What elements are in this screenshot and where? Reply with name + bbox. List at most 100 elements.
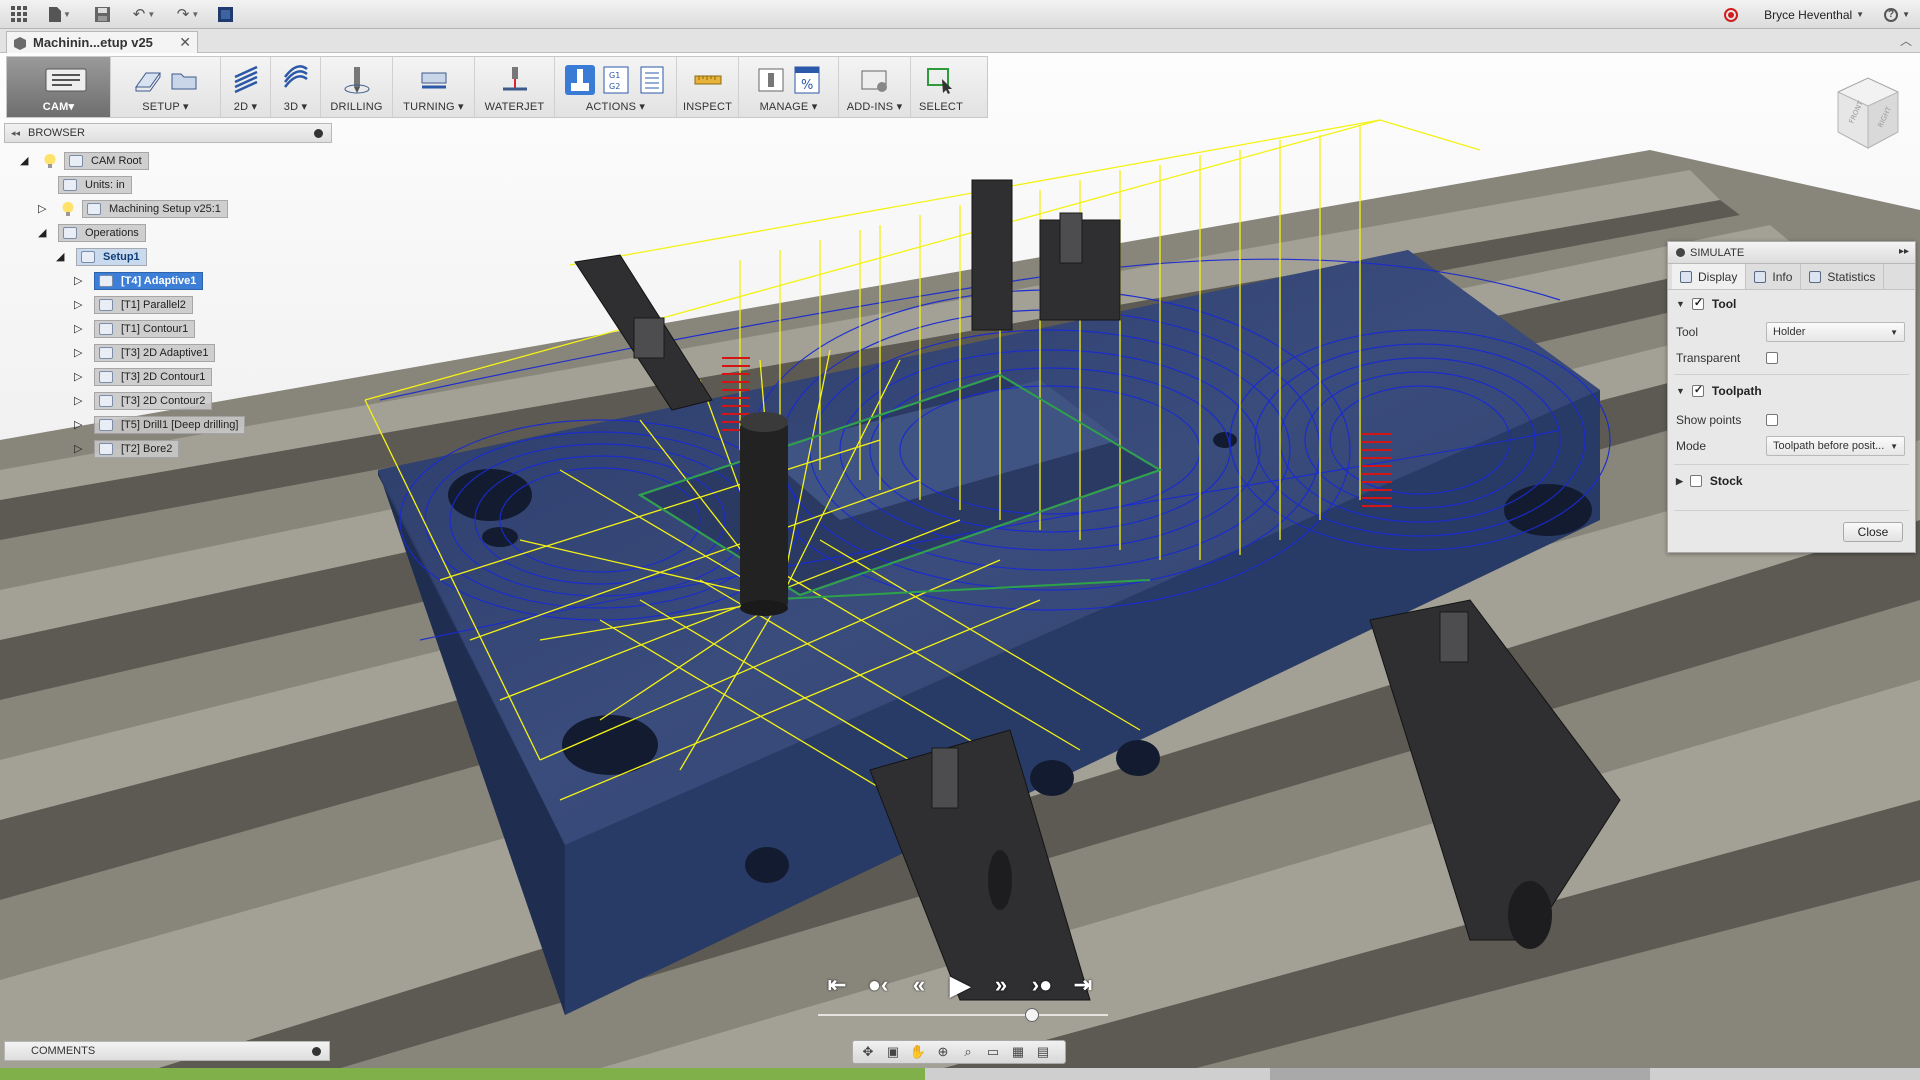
tool-library-icon[interactable] xyxy=(756,65,786,95)
grid-settings-icon[interactable]: ▦ xyxy=(1007,1043,1029,1061)
redo-button[interactable]: ↷ ▼ xyxy=(166,0,210,29)
expanded-triangle-icon[interactable]: ◢ xyxy=(56,251,68,263)
simulate-icon[interactable] xyxy=(564,65,595,95)
ribbon-group-drilling[interactable]: DRILLING xyxy=(321,57,393,117)
tool-dropdown[interactable]: Holder ▼ xyxy=(1766,322,1905,342)
close-icon[interactable]: ✕ xyxy=(179,34,191,51)
user-menu[interactable]: Bryce Heventhal xyxy=(1764,8,1852,22)
help-icon[interactable]: ? xyxy=(1884,7,1899,22)
collapsed-triangle-icon[interactable]: ▷ xyxy=(74,299,86,311)
tree-node-machining-setup[interactable]: ▷ Machining Setup v25:1 xyxy=(38,200,228,218)
minimize-icon[interactable] xyxy=(314,129,323,138)
drill-icon[interactable] xyxy=(342,65,372,95)
visibility-bulb-icon[interactable] xyxy=(62,202,74,216)
next-operation-icon[interactable]: ›● xyxy=(1027,970,1057,1000)
expand-panel-icon[interactable]: ▸▸ xyxy=(1899,246,1909,257)
toolpath-checkbox[interactable] xyxy=(1691,383,1704,397)
comments-panel[interactable]: COMMENTS xyxy=(4,1041,330,1061)
2d-toolpath-icon[interactable] xyxy=(231,65,261,95)
ribbon-group-2d[interactable]: 2D ▾ xyxy=(221,57,271,117)
extension-button[interactable] xyxy=(210,0,240,29)
collapsed-triangle-icon[interactable]: ▶ xyxy=(1676,476,1683,487)
post-process-icon[interactable]: G1 G2 xyxy=(601,65,631,95)
browser-header[interactable]: ◂◂ BROWSER xyxy=(4,123,332,143)
tree-node-operation[interactable]: ▷ [T5] Drill1 [Deep drilling] xyxy=(74,416,246,434)
collapsed-triangle-icon[interactable]: ▷ xyxy=(38,203,50,215)
waterjet-icon[interactable] xyxy=(500,65,530,95)
tool-checkbox[interactable] xyxy=(1691,296,1704,310)
collapse-browser-icon[interactable]: ◂◂ xyxy=(11,128,20,139)
ribbon-group-select[interactable]: SELECT xyxy=(911,57,971,117)
collapsed-triangle-icon[interactable]: ▷ xyxy=(74,371,86,383)
ribbon-group-inspect[interactable]: INSPECT xyxy=(677,57,739,117)
expanded-triangle-icon[interactable]: ◢ xyxy=(38,227,50,239)
tree-node-operation[interactable]: ▷ [T3] 2D Adaptive1 xyxy=(74,344,216,362)
collapsed-triangle-icon[interactable]: ▷ xyxy=(74,275,86,287)
transparent-checkbox[interactable] xyxy=(1766,352,1778,364)
collapsed-triangle-icon[interactable]: ▷ xyxy=(74,395,86,407)
stock-checkbox[interactable] xyxy=(1689,475,1702,487)
collapsed-triangle-icon[interactable]: ▷ xyxy=(74,443,86,455)
expanded-triangle-icon[interactable]: ▼ xyxy=(1676,386,1685,396)
data-panel-icon[interactable] xyxy=(0,0,38,29)
expanded-triangle-icon[interactable]: ▼ xyxy=(1676,299,1685,309)
stock-section-header[interactable]: ▶ Stock xyxy=(1676,474,1743,488)
ribbon-group-turning[interactable]: TURNING ▾ xyxy=(393,57,475,117)
minimize-icon[interactable] xyxy=(312,1047,321,1056)
tab-info[interactable]: Info xyxy=(1746,264,1802,289)
ribbon-group-waterjet[interactable]: WATERJET xyxy=(475,57,555,117)
job-status-icon[interactable] xyxy=(1724,7,1739,22)
tab-statistics[interactable]: Statistics xyxy=(1801,264,1885,289)
fit-icon[interactable]: ⌕ xyxy=(957,1043,979,1061)
tree-node-operation[interactable]: ▷ [T4] Adaptive1 xyxy=(74,272,204,290)
view-cube[interactable]: FRONT RIGHT xyxy=(1832,72,1904,152)
measure-icon[interactable] xyxy=(693,65,723,95)
workspace-switcher[interactable]: CAM▾ xyxy=(7,57,111,117)
visibility-bulb-icon[interactable] xyxy=(44,154,56,168)
simulation-timeline-slider[interactable] xyxy=(818,1014,1108,1016)
document-tab[interactable]: Machinin...etup v25 ✕ xyxy=(6,31,198,53)
undo-button[interactable]: ↶ ▼ xyxy=(122,0,166,29)
mode-dropdown[interactable]: Toolpath before posit... ▼ xyxy=(1766,436,1905,456)
simulate-header[interactable]: SIMULATE ▸▸ xyxy=(1668,242,1915,264)
skip-to-end-icon[interactable]: ⇥ xyxy=(1068,970,1098,1000)
skip-to-start-icon[interactable]: ⇤ xyxy=(822,970,852,1000)
collapsed-triangle-icon[interactable]: ▷ xyxy=(74,347,86,359)
show-points-checkbox[interactable] xyxy=(1766,414,1778,426)
post-library-icon[interactable]: % xyxy=(792,65,822,95)
tree-node-units[interactable]: Units: in xyxy=(58,176,132,194)
save-button[interactable] xyxy=(82,0,122,29)
ribbon-group-3d[interactable]: 3D ▾ xyxy=(271,57,321,117)
view-cube-icon[interactable]: FRONT RIGHT xyxy=(1832,72,1904,152)
viewports-icon[interactable]: ▤ xyxy=(1032,1043,1054,1061)
setup-icon[interactable] xyxy=(133,65,163,95)
setup-sheet-icon[interactable] xyxy=(637,65,667,95)
close-button[interactable]: Close xyxy=(1843,522,1903,542)
collapsed-triangle-icon[interactable]: ▷ xyxy=(74,419,86,431)
expanded-triangle-icon[interactable]: ◢ xyxy=(20,155,32,167)
pan-icon[interactable]: ✋ xyxy=(907,1043,929,1061)
tree-node-operation[interactable]: ▷ [T1] Parallel2 xyxy=(74,296,193,314)
step-back-icon[interactable]: « xyxy=(904,970,934,1000)
ribbon-group-setup[interactable]: SETUP ▾ xyxy=(111,57,221,117)
collapsed-triangle-icon[interactable]: ▷ xyxy=(74,323,86,335)
play-icon[interactable]: ▶ xyxy=(945,970,975,1000)
previous-operation-icon[interactable]: ●‹ xyxy=(863,970,893,1000)
slider-handle[interactable] xyxy=(1025,1008,1039,1022)
ribbon-group-actions[interactable]: G1 G2 ACTIONS ▾ xyxy=(555,57,677,117)
zoom-icon[interactable]: ⊕ xyxy=(932,1043,954,1061)
minimize-icon[interactable] xyxy=(1676,248,1685,257)
chevron-up-icon[interactable]: ︿ xyxy=(1900,32,1912,49)
ribbon-group-addins[interactable]: ADD-INS ▾ xyxy=(839,57,911,117)
tree-node-cam-root[interactable]: ◢ CAM Root xyxy=(20,152,149,170)
scripts-addins-icon[interactable] xyxy=(860,65,890,95)
tree-node-operation[interactable]: ▷ [T3] 2D Contour2 xyxy=(74,392,213,410)
orbit-icon[interactable]: ✥ xyxy=(857,1043,879,1061)
folder-icon[interactable] xyxy=(169,65,199,95)
tree-node-setup1[interactable]: ◢ Setup1 xyxy=(56,248,147,266)
tree-node-operation[interactable]: ▷ [T1] Contour1 xyxy=(74,320,196,338)
ribbon-group-manage[interactable]: % MANAGE ▾ xyxy=(739,57,839,117)
tree-node-operations[interactable]: ◢ Operations xyxy=(38,224,146,242)
display-settings-icon[interactable]: ▭ xyxy=(982,1043,1004,1061)
tree-node-operation[interactable]: ▷ [T2] Bore2 xyxy=(74,440,180,458)
